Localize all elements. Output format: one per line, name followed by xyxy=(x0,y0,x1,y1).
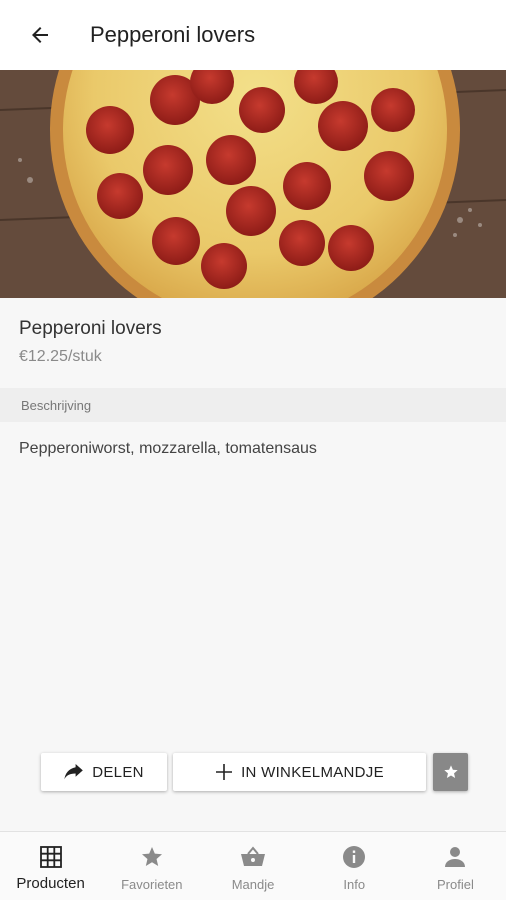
share-button[interactable]: DELEN xyxy=(41,753,167,791)
product-price: €12.25/stuk xyxy=(19,348,102,365)
share-label: DELEN xyxy=(92,763,144,781)
share-arrow-icon xyxy=(64,764,84,780)
nav-label: Profiel xyxy=(436,877,474,892)
action-bar: DELEN IN WINKELMANDJE xyxy=(0,753,506,793)
nav-item-profiel[interactable]: Profiel xyxy=(405,832,506,900)
add-to-cart-button[interactable]: IN WINKELMANDJE xyxy=(173,753,426,791)
nav-item-favorieten[interactable]: Favorieten xyxy=(101,832,202,900)
product-description: Pepperoniworst, mozzarella, tomatensaus xyxy=(19,440,317,457)
star-icon xyxy=(140,844,164,870)
add-to-cart-label: IN WINKELMANDJE xyxy=(241,763,384,781)
nav-label: Producten xyxy=(16,875,85,892)
nav-item-info[interactable]: Info xyxy=(304,832,405,900)
product-name: Pepperoni lovers xyxy=(19,318,162,339)
product-info: Pepperoni lovers €12.25/stuk xyxy=(0,298,506,388)
star-icon xyxy=(443,765,458,778)
description-section-header: Beschrijving xyxy=(0,388,506,422)
nav-label: Mandje xyxy=(231,877,275,892)
nav-item-producten[interactable]: Producten xyxy=(0,832,101,900)
favorite-button[interactable] xyxy=(433,753,468,791)
grid-icon xyxy=(39,844,63,870)
bottom-navigation: Producten Favorieten Mandje Info Profiel xyxy=(0,831,506,900)
arrow-left-icon xyxy=(32,27,48,43)
back-button[interactable] xyxy=(20,15,60,55)
info-icon xyxy=(342,844,366,870)
product-image xyxy=(0,70,506,298)
nav-item-mandje[interactable]: Mandje xyxy=(202,832,303,900)
person-icon xyxy=(443,844,467,870)
plus-icon xyxy=(215,763,233,781)
nav-label: Favorieten xyxy=(121,877,183,892)
basket-icon xyxy=(240,844,266,870)
nav-label: Info xyxy=(343,877,366,892)
page-title: Pepperoni lovers xyxy=(90,22,256,47)
app-bar: Pepperoni lovers xyxy=(0,0,506,70)
